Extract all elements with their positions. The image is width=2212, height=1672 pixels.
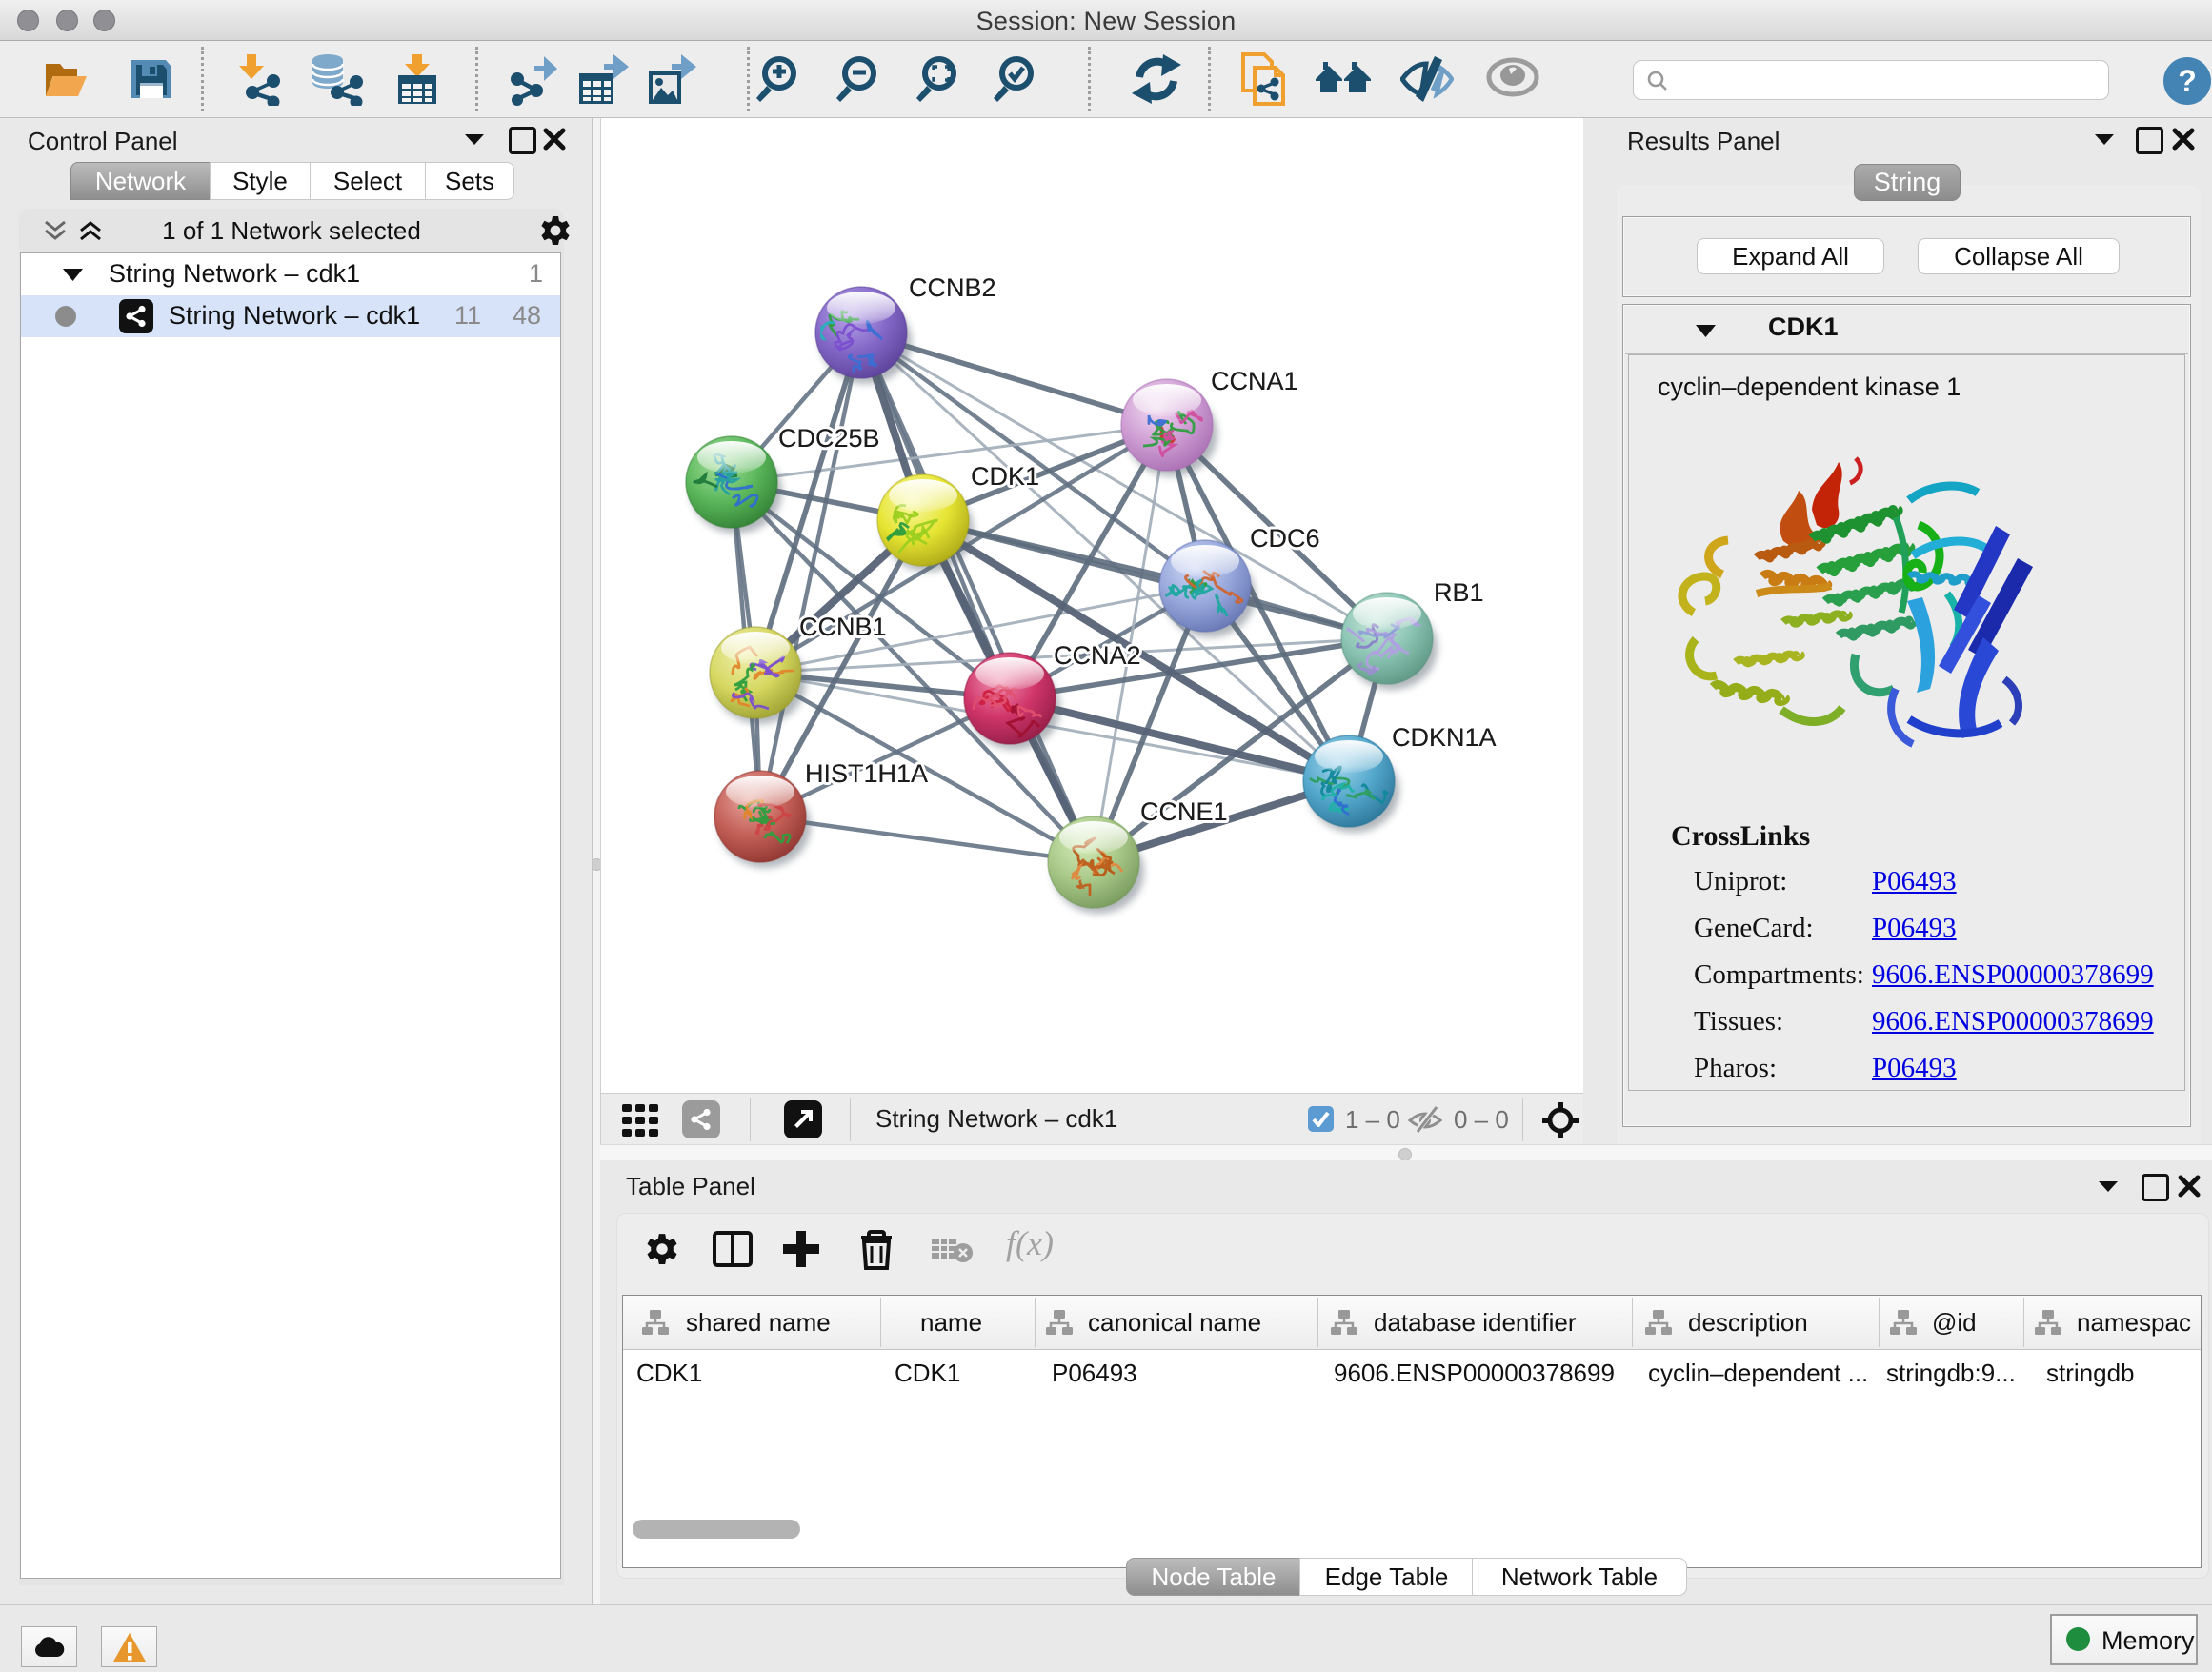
svg-text:CCNB1: CCNB1 (799, 613, 887, 641)
svg-text:RB1: RB1 (1434, 578, 1484, 607)
svg-text:CCNA2: CCNA2 (1054, 641, 1141, 670)
svg-text:CCNE1: CCNE1 (1140, 797, 1228, 826)
svg-text:CDKN1A: CDKN1A (1392, 723, 1497, 752)
svg-text:CCNA1: CCNA1 (1211, 367, 1298, 395)
svg-text:CDK1: CDK1 (971, 462, 1039, 491)
svg-text:HIST1H1A: HIST1H1A (805, 759, 928, 788)
svg-text:CDC6: CDC6 (1250, 524, 1320, 553)
svg-text:CCNB2: CCNB2 (909, 273, 996, 302)
svg-text:?: ? (2178, 64, 2197, 98)
svg-text:CDC25B: CDC25B (778, 424, 880, 453)
